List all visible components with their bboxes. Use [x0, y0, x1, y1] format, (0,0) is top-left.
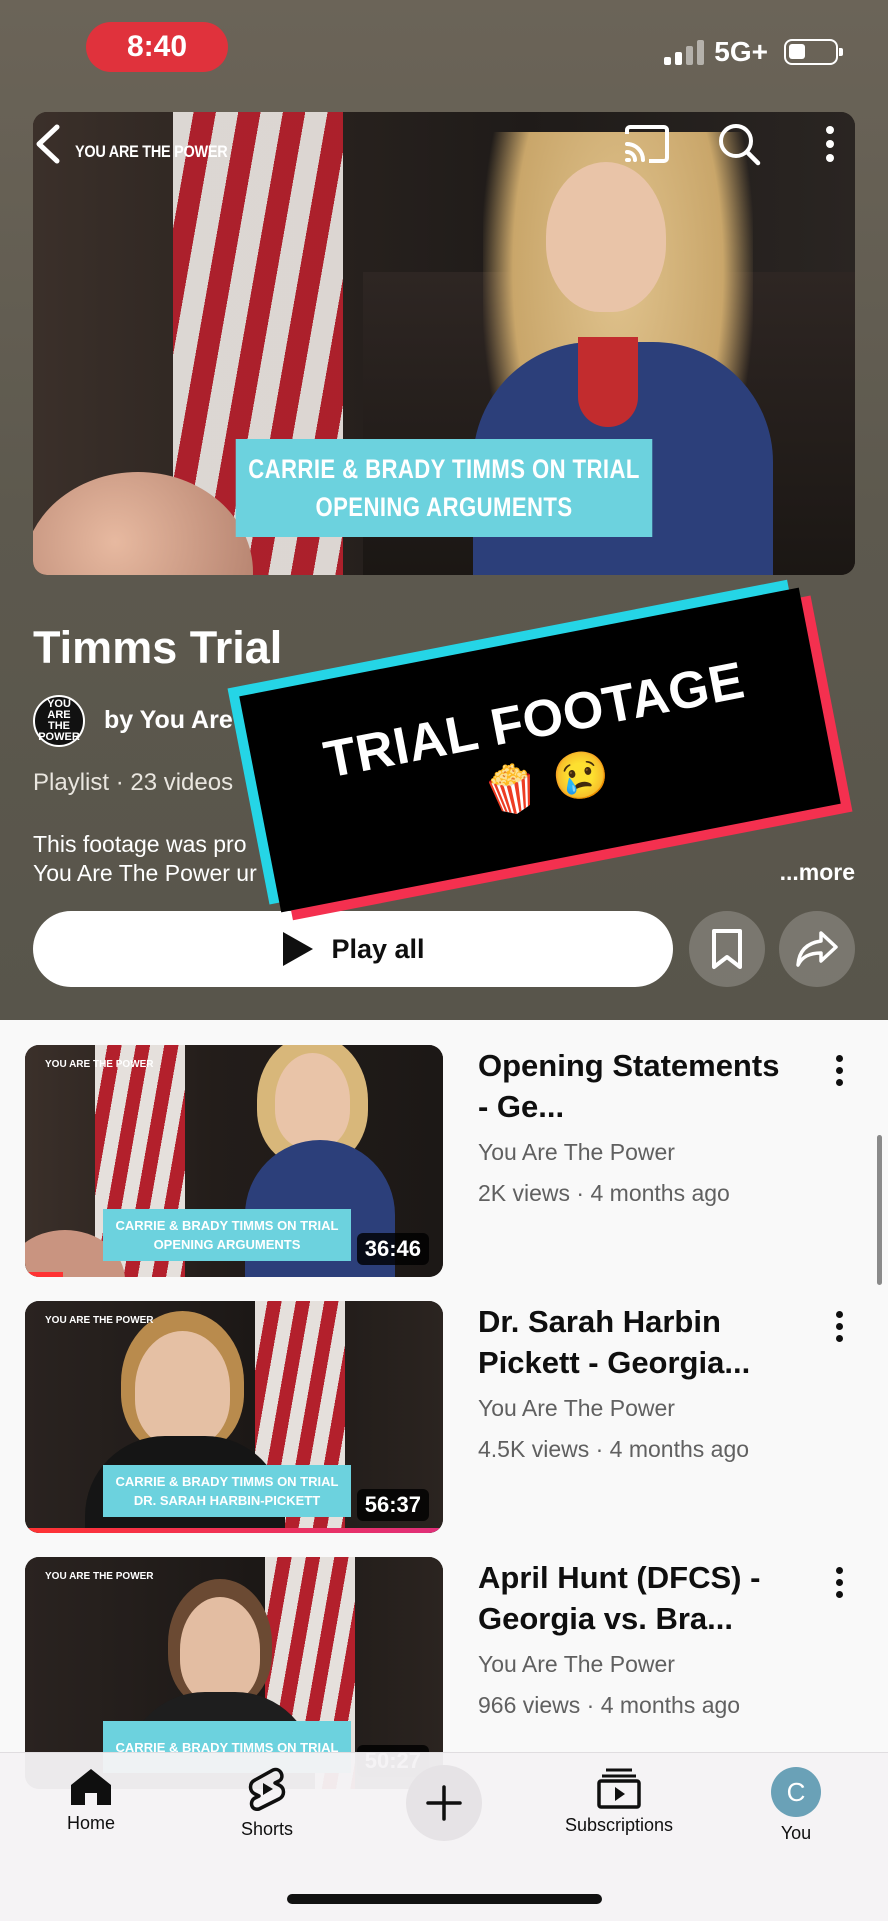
video-title[interactable]: Dr. Sarah Harbin Pickett - Georgia... — [478, 1301, 798, 1383]
save-playlist-button[interactable] — [689, 911, 765, 987]
video-channel: You Are The Power — [478, 1651, 675, 1677]
nav-shorts-label: Shorts — [240, 1819, 294, 1839]
create-button[interactable] — [406, 1765, 482, 1841]
video-channel: You Are The Power — [478, 1395, 675, 1421]
list-scrollbar[interactable] — [877, 1135, 882, 1285]
cast-icon[interactable] — [621, 118, 673, 170]
battery-icon — [784, 39, 843, 65]
watch-progress-bar — [25, 1528, 443, 1533]
watch-progress-bar — [25, 1272, 63, 1277]
description-more-link[interactable]: ...more — [780, 859, 855, 886]
nav-you[interactable]: C You — [731, 1767, 861, 1844]
video-stats: 2K views · 4 months ago — [478, 1180, 730, 1206]
video-duration: 56:37 — [356, 1489, 429, 1521]
video-channel: You Are The Power — [478, 1139, 675, 1165]
thumbnail-caption-line1: CARRIE & BRADY TIMMS ON TRIAL — [115, 1218, 339, 1233]
playlist-meta: Playlist · 23 videos — [33, 769, 234, 796]
thumbnail-caption: CARRIE & BRADY TIMMS ON TRIAL OPENING AR… — [103, 1209, 351, 1261]
share-button[interactable] — [779, 911, 855, 987]
playlist-hero-thumbnail[interactable]: YOU ARE THE POWER CARRIE & BRADY TIMMS O… — [33, 112, 855, 575]
status-time: 8:40 — [86, 22, 228, 72]
status-indicators: 5G+ — [664, 36, 843, 68]
search-icon[interactable] — [713, 118, 765, 170]
back-icon[interactable] — [22, 118, 74, 170]
video-thumbnail[interactable]: YOU ARE THE POWER CARRIE & BRADY TIMMS O… — [25, 1301, 443, 1533]
channel-watermark: YOU ARE THE POWER — [75, 142, 228, 161]
list-item[interactable]: YOU ARE THE POWER CARRIE & BRADY TIMMS O… — [0, 1301, 888, 1541]
thumbnail-caption-line2: OPENING ARGUMENTS — [153, 1237, 301, 1252]
nav-home[interactable]: Home — [26, 1767, 156, 1834]
nav-shorts[interactable]: Shorts — [202, 1767, 332, 1840]
video-stats: 966 views · 4 months ago — [478, 1692, 741, 1718]
share-icon — [796, 931, 838, 967]
thumbnail-watermark: YOU ARE THE POWER — [45, 1571, 154, 1582]
video-title[interactable]: April Hunt (DFCS) - Georgia vs. Bra... — [478, 1557, 798, 1639]
play-icon — [283, 932, 314, 966]
signal-icon — [664, 39, 705, 65]
nav-subscriptions[interactable]: Subscriptions — [554, 1767, 684, 1836]
nav-subscriptions-label: Subscriptions — [564, 1815, 674, 1835]
play-all-label: Play all — [331, 933, 425, 964]
video-stats: 4.5K views · 4 months ago — [478, 1436, 750, 1462]
nav-you-label: You — [780, 1823, 812, 1843]
shorts-icon — [248, 1767, 286, 1811]
plus-icon — [426, 1785, 462, 1821]
video-thumbnail[interactable]: YOU ARE THE POWER CARRIE & BRADY TIMMS O… — [25, 1045, 443, 1277]
video-title[interactable]: Opening Statements - Ge... — [478, 1045, 798, 1127]
hero-caption-line2: OPENING ARGUMENTS — [315, 492, 573, 522]
play-all-button[interactable]: Play all — [33, 911, 673, 987]
thumbnail-caption-line2: DR. SARAH HARBIN-PICKETT — [133, 1493, 321, 1508]
hero-caption: CARRIE & BRADY TIMMS ON TRIAL OPENING AR… — [235, 439, 653, 537]
more-vert-icon[interactable] — [804, 118, 856, 170]
channel-avatar[interactable]: YOU ARE THE POWER — [33, 695, 85, 747]
bookmark-icon — [712, 929, 742, 969]
video-more-icon[interactable] — [824, 1050, 854, 1090]
thumbnail-watermark: YOU ARE THE POWER — [45, 1059, 154, 1070]
network-type: 5G+ — [714, 36, 768, 67]
account-avatar: C — [771, 1767, 821, 1817]
thumbnail-caption: CARRIE & BRADY TIMMS ON TRIAL DR. SARAH … — [103, 1465, 351, 1517]
video-more-icon[interactable] — [824, 1562, 854, 1602]
subscriptions-icon — [597, 1768, 641, 1809]
home-indicator — [287, 1894, 602, 1904]
list-item[interactable]: YOU ARE THE POWER CARRIE & BRADY TIMMS O… — [0, 1045, 888, 1285]
thumbnail-watermark: YOU ARE THE POWER — [45, 1315, 154, 1326]
home-icon — [71, 1769, 111, 1805]
thumbnail-caption-line1: CARRIE & BRADY TIMMS ON TRIAL — [115, 1474, 339, 1489]
hero-caption-line1: CARRIE & BRADY TIMMS ON TRIAL — [248, 454, 640, 484]
video-duration: 36:46 — [356, 1233, 429, 1265]
nav-home-label: Home — [66, 1813, 115, 1833]
video-more-icon[interactable] — [824, 1306, 854, 1346]
playlist-title: Timms Trial — [33, 622, 283, 673]
